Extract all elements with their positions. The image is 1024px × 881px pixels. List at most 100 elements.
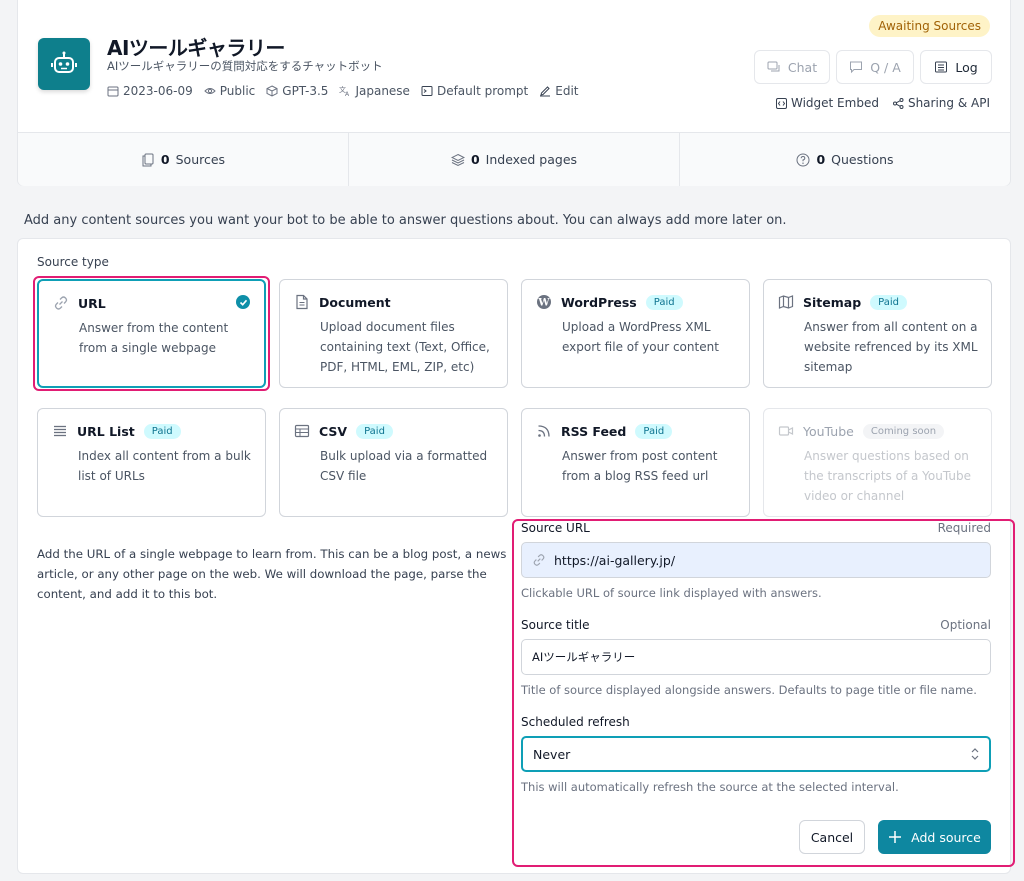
scheduled-refresh-help: This will automatically refresh the sour… xyxy=(521,780,899,794)
paid-badge: Paid xyxy=(645,294,683,310)
code-icon xyxy=(775,97,787,109)
source-tile-rss[interactable]: RSS Feed Paid Answer from post content f… xyxy=(521,408,750,517)
scheduled-refresh-value: Never xyxy=(533,746,571,762)
source-url-label: Source URL xyxy=(521,521,590,535)
cube-icon xyxy=(266,85,278,97)
optional-label: Optional xyxy=(940,618,991,632)
meta-language: 文A Japanese xyxy=(339,84,410,98)
bot-description: AIツールギャラリーの質問対応をするチャットボット xyxy=(107,59,383,73)
paid-badge: Paid xyxy=(356,423,393,439)
chat-button-label: Chat xyxy=(787,59,818,75)
intro-text: Add any content sources you want your bo… xyxy=(24,213,787,228)
tile-title: CSV xyxy=(319,423,348,439)
tile-title: Sitemap xyxy=(803,294,862,310)
tile-desc: Index all content from a bulk list of UR… xyxy=(78,449,251,483)
source-tile-document[interactable]: Document Upload document files containin… xyxy=(279,279,508,388)
questions-label: Questions xyxy=(831,152,894,167)
rss-icon xyxy=(538,425,550,437)
source-type-label: Source type xyxy=(37,255,109,269)
scheduled-refresh-label: Scheduled refresh xyxy=(521,715,630,729)
chat-icon xyxy=(767,61,780,72)
meta-visibility-text: Public xyxy=(219,84,256,98)
meta-prompt[interactable]: Default prompt xyxy=(421,84,528,98)
calendar-icon xyxy=(107,86,119,97)
chat-button[interactable]: Chat xyxy=(754,50,830,84)
meta-prompt-text: Default prompt xyxy=(436,84,529,98)
source-url-value: https://ai-gallery.jp/ xyxy=(554,552,676,568)
scheduled-refresh-group: Scheduled refresh Never This will automa… xyxy=(521,715,991,794)
source-url-input[interactable]: https://ai-gallery.jp/ xyxy=(521,542,991,578)
source-url-group: Source URL Required https://ai-gallery.j… xyxy=(521,521,991,600)
cancel-button[interactable]: Cancel xyxy=(799,820,865,854)
scheduled-refresh-select[interactable]: Never xyxy=(521,736,991,772)
meta-date: 2023-06-09 xyxy=(107,84,193,98)
map-icon xyxy=(778,295,794,309)
sources-label: Sources xyxy=(175,152,226,167)
questions-count: 0 xyxy=(816,152,826,167)
source-tile-url-list[interactable]: URL List Paid Index all content from a b… xyxy=(37,408,266,517)
share-icon xyxy=(892,97,904,109)
tile-desc: Upload document files containing text (T… xyxy=(320,320,490,374)
bot-title: AIツールギャラリー xyxy=(107,36,285,60)
source-title-group: Source title Optional AIツールギャラリー Title o… xyxy=(521,618,991,697)
meta-date-text: 2023-06-09 xyxy=(123,84,193,98)
tile-title: URL List xyxy=(77,423,135,439)
robot-icon xyxy=(38,38,90,90)
source-tile-wordpress[interactable]: W WordPress Paid Upload a WordPress XML … xyxy=(521,279,750,388)
coming-soon-badge: Coming soon xyxy=(862,423,945,439)
eye-icon xyxy=(204,88,216,94)
header-links: Widget Embed Sharing & API xyxy=(775,96,990,110)
tile-title: Document xyxy=(319,294,391,310)
stats-bar: 0 Sources 0 Indexed pages 0 Questions xyxy=(18,132,1010,186)
tile-desc: Answer from post content from a blog RSS… xyxy=(562,449,718,483)
tile-desc: Answer from the content from a single we… xyxy=(79,321,229,355)
source-tile-url[interactable]: URL Answer from the content from a singl… xyxy=(37,279,266,388)
plus-icon xyxy=(889,831,902,843)
translate-icon: 文A xyxy=(339,85,350,97)
video-icon xyxy=(778,426,794,436)
source-title-input[interactable]: AIツールギャラリー xyxy=(521,639,991,675)
paid-badge: Paid xyxy=(870,294,907,310)
log-button[interactable]: Log xyxy=(920,50,992,84)
source-tile-sitemap[interactable]: Sitemap Paid Answer from all content on … xyxy=(763,279,992,388)
paid-badge: Paid xyxy=(143,423,181,439)
paid-badge: Paid xyxy=(635,423,673,439)
document-icon xyxy=(296,294,308,310)
edit-link-text: Edit xyxy=(555,84,579,98)
sharing-api-link[interactable]: Sharing & API xyxy=(892,96,990,110)
stat-questions: 0 Questions xyxy=(680,133,1010,186)
add-source-label: Add source xyxy=(911,829,981,845)
qa-button[interactable]: Q / A xyxy=(836,50,914,84)
tile-title: YouTube xyxy=(803,423,854,439)
status-badge: Awaiting Sources xyxy=(869,15,990,37)
link-icon xyxy=(54,296,68,310)
tile-title: WordPress xyxy=(561,294,637,310)
bot-meta-row: 2023-06-09 Public GPT-3.5 文A Japanese De… xyxy=(107,84,579,98)
files-icon xyxy=(142,153,154,166)
tile-desc: Upload a WordPress XML export file of yo… xyxy=(562,320,719,354)
message-icon xyxy=(850,61,863,74)
add-source-button[interactable]: Add source xyxy=(878,820,991,854)
log-icon xyxy=(935,61,948,73)
link-icon xyxy=(533,554,545,566)
source-tile-csv[interactable]: CSV Paid Bulk upload via a formatted CSV… xyxy=(279,408,508,517)
stat-pages: 0 Indexed pages xyxy=(349,133,680,186)
source-form: Source URL Required https://ai-gallery.j… xyxy=(521,521,991,812)
widget-embed-link[interactable]: Widget Embed xyxy=(775,96,879,110)
question-icon xyxy=(796,153,810,166)
pages-label: Indexed pages xyxy=(485,152,578,167)
table-icon xyxy=(294,424,310,438)
source-tile-youtube: YouTube Coming soon Answer questions bas… xyxy=(763,408,992,517)
source-url-help: Clickable URL of source link displayed w… xyxy=(521,586,822,600)
list-icon xyxy=(54,425,66,437)
tile-desc: Bulk upload via a formatted CSV file xyxy=(320,449,488,483)
pages-count: 0 xyxy=(470,152,480,167)
meta-language-text: Japanese xyxy=(355,84,410,98)
chevron-up-down-icon xyxy=(971,748,979,760)
layers-icon xyxy=(450,153,465,166)
required-label: Required xyxy=(937,521,991,535)
qa-button-label: Q / A xyxy=(870,59,901,75)
source-title-label: Source title xyxy=(521,618,590,632)
edit-link[interactable]: Edit xyxy=(539,84,579,98)
source-card: Source type URL Answer from the content … xyxy=(17,238,1011,874)
